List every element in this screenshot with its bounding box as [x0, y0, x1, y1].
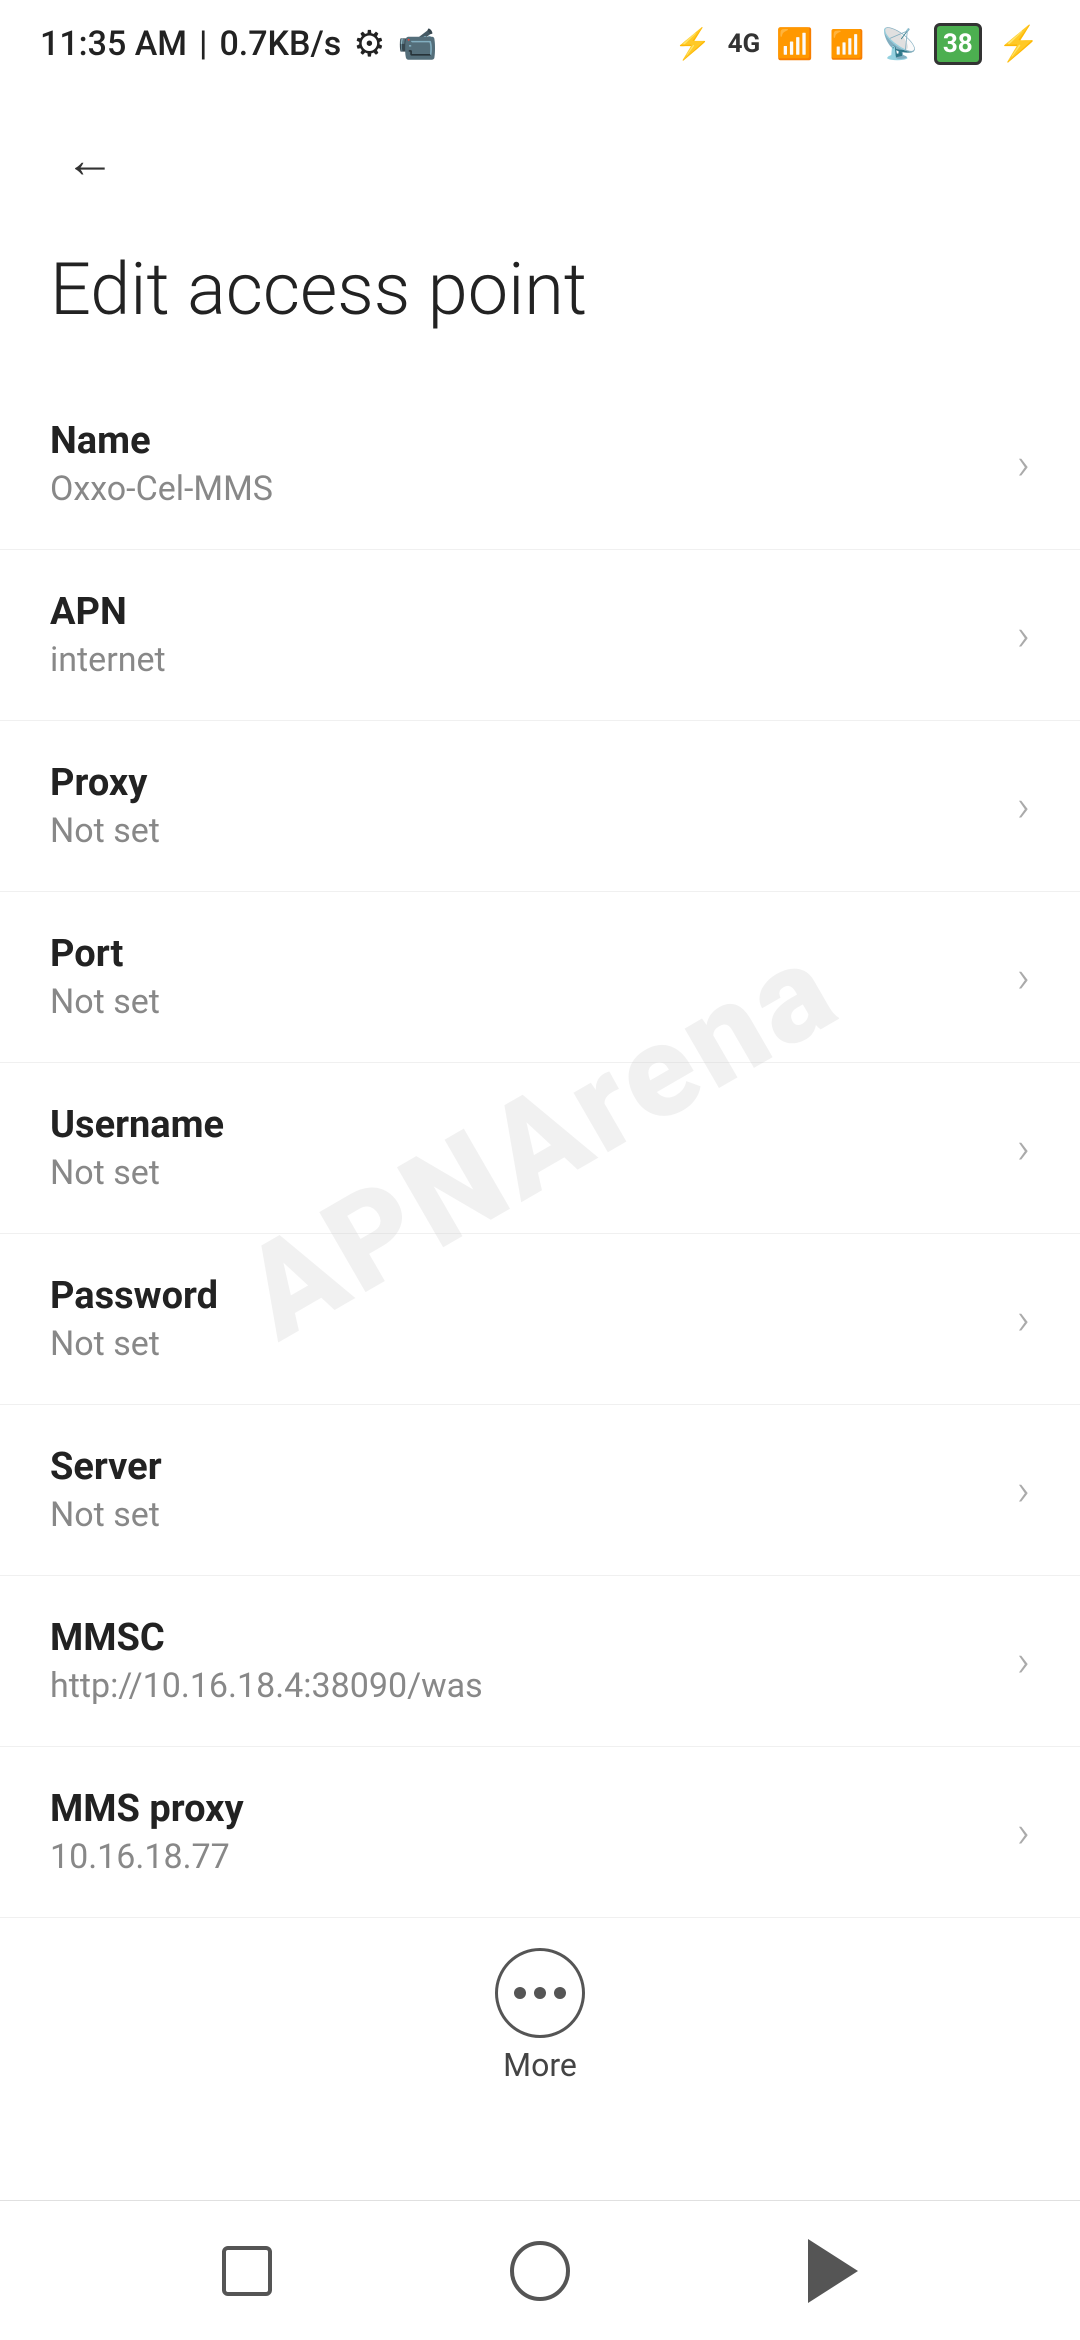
settings-item-password[interactable]: Password Not set › — [0, 1234, 1080, 1405]
status-left: 11:35 AM | 0.7KB/s ⚙ 📹 — [40, 23, 437, 65]
wifi-icon: 📡 — [880, 27, 917, 62]
settings-value-port: Not set — [50, 982, 997, 1022]
settings-item-mms-proxy[interactable]: MMS proxy 10.16.18.77 › — [0, 1747, 1080, 1918]
settings-list: Name Oxxo-Cel-MMS › APN internet › Proxy… — [0, 379, 1080, 2104]
status-network: 0.7KB/s — [219, 24, 341, 64]
settings-value-proxy: Not set — [50, 811, 997, 851]
settings-icon: ⚙ — [353, 23, 385, 65]
settings-item-port-content: Port Not set — [50, 932, 997, 1022]
chevron-right-username: › — [1017, 1122, 1030, 1174]
charging-icon: ⚡ — [998, 24, 1040, 64]
settings-item-username[interactable]: Username Not set › — [0, 1063, 1080, 1234]
settings-item-apn-content: APN internet — [50, 590, 997, 680]
page-title: Edit access point — [0, 220, 1080, 379]
more-dot-2 — [534, 1987, 546, 1999]
settings-value-mmsc: http://10.16.18.4:38090/was — [50, 1666, 997, 1706]
settings-label-apn: APN — [50, 590, 997, 634]
status-network-speed: | — [199, 24, 207, 64]
settings-item-port[interactable]: Port Not set › — [0, 892, 1080, 1063]
settings-item-password-content: Password Not set — [50, 1274, 997, 1364]
chevron-right-mmsc: › — [1017, 1635, 1030, 1687]
signal-4g-icon: 4G — [728, 29, 761, 59]
more-circle-icon — [495, 1948, 585, 2038]
settings-item-name-content: Name Oxxo-Cel-MMS — [50, 419, 997, 509]
nav-home-button[interactable] — [500, 2231, 580, 2311]
settings-label-port: Port — [50, 932, 997, 976]
settings-label-mms-proxy: MMS proxy — [50, 1787, 997, 1831]
more-button[interactable]: More — [0, 1918, 1080, 2104]
back-button[interactable]: ← — [50, 120, 130, 200]
nav-back-button[interactable] — [793, 2231, 873, 2311]
recent-apps-icon — [222, 2246, 272, 2296]
settings-value-username: Not set — [50, 1153, 997, 1193]
status-bar: 11:35 AM | 0.7KB/s ⚙ 📹 ⚡ 4G 📶 📶 📡 38 ⚡ — [0, 0, 1080, 80]
more-dot-1 — [514, 1987, 526, 1999]
more-dot-3 — [554, 1987, 566, 1999]
more-label: More — [503, 2046, 577, 2084]
settings-label-username: Username — [50, 1103, 997, 1147]
settings-label-password: Password — [50, 1274, 997, 1318]
settings-item-server-content: Server Not set — [50, 1445, 997, 1535]
settings-item-proxy-content: Proxy Not set — [50, 761, 997, 851]
settings-value-name: Oxxo-Cel-MMS — [50, 469, 997, 509]
video-icon: 📹 — [398, 25, 438, 63]
settings-item-mmsc[interactable]: MMSC http://10.16.18.4:38090/was › — [0, 1576, 1080, 1747]
settings-label-name: Name — [50, 419, 997, 463]
settings-value-mms-proxy: 10.16.18.77 — [50, 1837, 997, 1877]
settings-label-proxy: Proxy — [50, 761, 997, 805]
settings-item-name[interactable]: Name Oxxo-Cel-MMS › — [0, 379, 1080, 550]
status-right: ⚡ 4G 📶 📶 📡 38 ⚡ — [674, 23, 1040, 65]
settings-label-server: Server — [50, 1445, 997, 1489]
home-icon — [510, 2241, 570, 2301]
settings-value-password: Not set — [50, 1324, 997, 1364]
chevron-right-mms-proxy: › — [1017, 1806, 1030, 1858]
settings-item-username-content: Username Not set — [50, 1103, 997, 1193]
settings-item-mmsc-content: MMSC http://10.16.18.4:38090/was — [50, 1616, 997, 1706]
back-icon — [808, 2239, 858, 2303]
bluetooth-icon: ⚡ — [674, 27, 711, 62]
battery-indicator: 38 — [934, 23, 982, 65]
status-time: 11:35 AM — [40, 24, 187, 64]
chevron-right-proxy: › — [1017, 780, 1030, 832]
settings-item-server[interactable]: Server Not set › — [0, 1405, 1080, 1576]
settings-value-apn: internet — [50, 640, 997, 680]
nav-recent-apps-button[interactable] — [207, 2231, 287, 2311]
chevron-right-password: › — [1017, 1293, 1030, 1345]
settings-item-apn[interactable]: APN internet › — [0, 550, 1080, 721]
chevron-right-port: › — [1017, 951, 1030, 1003]
signal-bars-icon: 📶 — [776, 27, 813, 62]
nav-bar — [0, 2200, 1080, 2340]
settings-item-proxy[interactable]: Proxy Not set › — [0, 721, 1080, 892]
settings-label-mmsc: MMSC — [50, 1616, 997, 1660]
chevron-right-apn: › — [1017, 609, 1030, 661]
settings-item-mms-proxy-content: MMS proxy 10.16.18.77 — [50, 1787, 997, 1877]
signal-bars2-icon: 📶 — [830, 28, 865, 61]
chevron-right-name: › — [1017, 438, 1030, 490]
settings-value-server: Not set — [50, 1495, 997, 1535]
back-button-area[interactable]: ← — [0, 80, 1080, 220]
chevron-right-server: › — [1017, 1464, 1030, 1516]
main-content: APNArena ← Edit access point Name Oxxo-C… — [0, 80, 1080, 2200]
